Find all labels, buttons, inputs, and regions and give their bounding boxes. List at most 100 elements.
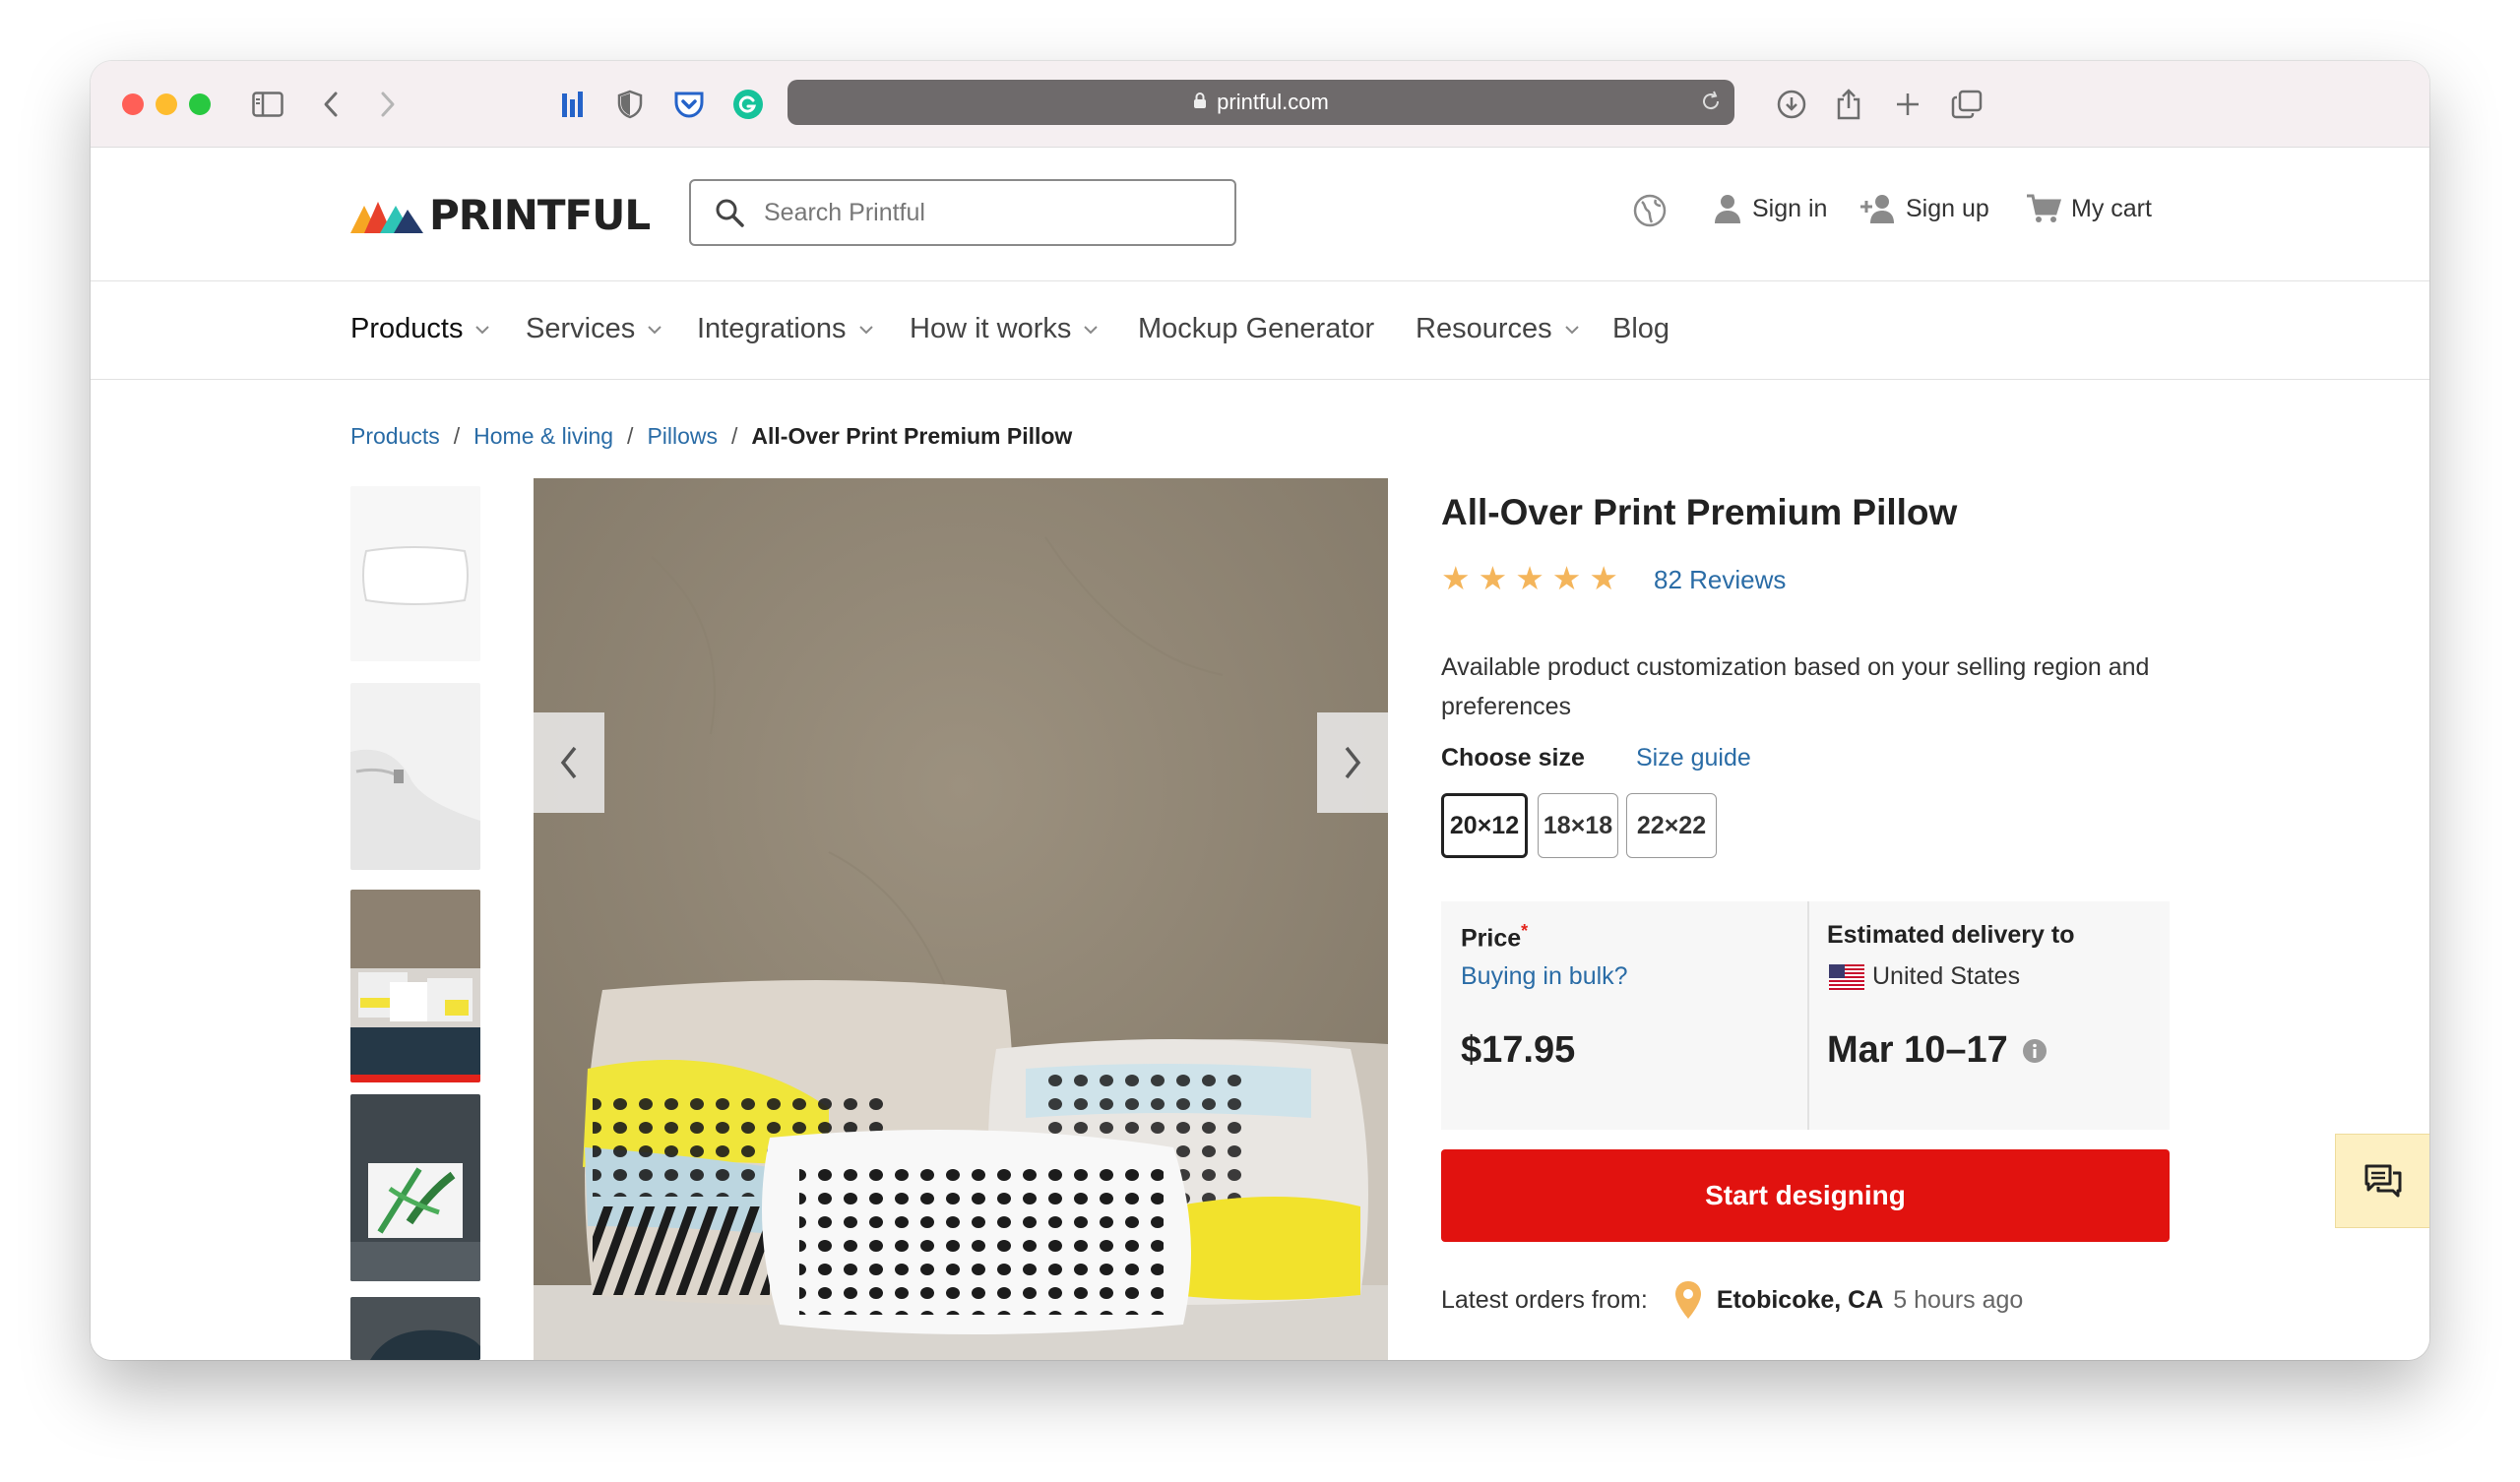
star-icon: ★ [1515,560,1544,596]
price-delivery-box: Price* Buying in bulk? $17.95 Estimated … [1441,901,2170,1130]
sign-up-link[interactable]: Sign up [1858,193,1989,224]
product-title: All-Over Print Premium Pillow [1441,492,1958,532]
language-button[interactable] [1632,193,1677,228]
pillow-scene-thumbnail [350,890,480,1082]
nav-services[interactable]: Services [526,313,662,345]
price-value: $17.95 [1461,1029,1576,1071]
cart-link[interactable]: My cart [2026,193,2152,224]
shield-icon[interactable] [608,83,652,126]
reviews-link[interactable]: 82 Reviews [1654,565,1786,595]
delivery-dates-text: Mar 10–17 [1827,1029,2008,1071]
breadcrumb-separator: / [627,423,634,449]
chevron-down-icon [475,325,490,334]
location-pin-icon [1674,1281,1701,1319]
dark-pillow-thumbnail [350,1297,480,1360]
globe-icon [1633,194,1667,227]
bulk-link[interactable]: Buying in bulk? [1461,962,1628,991]
pocket-icon[interactable] [667,83,711,126]
chat-button[interactable] [2335,1134,2429,1228]
reload-icon[interactable] [1699,90,1723,119]
size-option-18x18[interactable]: 18×18 [1538,793,1618,858]
tab-overview-icon[interactable] [1945,83,1988,126]
nav-blog-label: Blog [1612,313,1670,344]
pillow-thumbnail-image [350,486,480,661]
star-icon: ★ [1478,560,1508,596]
size-guide-link[interactable]: Size guide [1636,744,1751,772]
download-icon[interactable] [1770,83,1813,126]
new-tab-icon[interactable] [1886,83,1929,126]
next-image-button[interactable] [1317,712,1388,813]
thumbnail-4[interactable] [350,1094,480,1281]
prev-image-button[interactable] [534,712,604,813]
star-icon: ★ [1589,560,1618,596]
breadcrumb: Products / Home & living / Pillows / All… [350,423,1072,450]
search-placeholder: Search Printful [764,198,925,226]
back-icon[interactable] [309,83,352,126]
user-icon [1715,195,1740,223]
info-icon[interactable] [2022,1038,2048,1064]
price-label-text: Price [1461,924,1522,953]
nav-services-label: Services [526,313,636,344]
browser-toolbar: printful.com [91,61,2429,148]
nav-resources-label: Resources [1416,313,1552,344]
cart-icon [2027,194,2061,222]
delivery-dates: Mar 10–17 [1827,1029,2048,1072]
thumbnail-1[interactable] [350,486,480,661]
nav-mockup-generator[interactable]: Mockup Generator [1138,313,1374,345]
start-designing-button[interactable]: Start designing [1441,1149,2170,1242]
chevron-right-icon [1345,746,1361,779]
nav-blog[interactable]: Blog [1612,313,1670,345]
pillow-zipper-image [350,683,480,870]
share-icon[interactable] [1827,83,1870,126]
thumbnail-5[interactable] [350,1297,480,1360]
size-option-22x22[interactable]: 22×22 [1626,793,1717,858]
latest-orders-label: Latest orders from: [1441,1285,1648,1314]
pillow-scene-image [534,478,1388,1360]
nav-mockup-generator-label: Mockup Generator [1138,313,1375,344]
rating-stars: ★ ★ ★ ★ ★ [1441,559,1626,597]
product-main-image [534,478,1388,1360]
breadcrumb-separator: / [731,423,738,449]
order-time: 5 hours ago [1893,1285,2024,1314]
logo-text: PRINTFUL [429,191,651,239]
breadcrumb-products[interactable]: Products [350,423,440,450]
sign-in-link[interactable]: Sign in [1713,193,1827,224]
search-icon [716,199,744,227]
country-name: United States [1872,962,2021,990]
breadcrumb-home-living[interactable]: Home & living [473,423,613,450]
thumbnail-3[interactable] [350,890,480,1082]
leaf-pillow-thumbnail [350,1094,480,1281]
order-location: Etobicoke, CA [1716,1285,1884,1314]
url-text: printful.com [1217,90,1329,114]
grammarly-icon[interactable] [726,83,770,126]
site-header: PRINTFUL Search Printful Sign in Sign up… [91,148,2429,281]
delivery-country[interactable]: United States [1829,962,2020,991]
required-mark: * [1521,921,1529,941]
maximize-window-button[interactable] [189,93,211,115]
nav-how-it-works-label: How it works [910,313,1072,344]
nav-integrations[interactable]: Integrations [697,313,874,345]
nav-products[interactable]: Products [350,313,490,345]
star-icon: ★ [1551,560,1582,596]
printful-logo[interactable]: PRINTFUL [350,191,651,239]
minimize-window-button[interactable] [156,93,177,115]
star-icon: ★ [1441,560,1471,596]
chevron-down-icon [858,325,873,334]
page-content: PRINTFUL Search Printful Sign in Sign up… [91,148,2429,1360]
breadcrumb-pillows[interactable]: Pillows [647,423,718,450]
nav-how-it-works[interactable]: How it works [910,313,1099,345]
chevron-left-icon [560,746,577,779]
thumbnail-2[interactable] [350,683,480,870]
address-bar[interactable]: printful.com [788,80,1734,125]
forward-icon[interactable] [366,83,410,126]
chevron-down-icon [1564,325,1579,334]
size-option-20x12[interactable]: 20×12 [1441,793,1528,858]
extension-bars-icon[interactable] [551,83,595,126]
search-input[interactable]: Search Printful [689,179,1236,246]
sign-up-label: Sign up [1906,194,1989,222]
breadcrumb-current: All-Over Print Premium Pillow [751,423,1073,449]
nav-products-label: Products [350,313,464,344]
close-window-button[interactable] [122,93,144,115]
nav-resources[interactable]: Resources [1416,313,1580,345]
sidebar-toggle-icon[interactable] [246,83,289,126]
